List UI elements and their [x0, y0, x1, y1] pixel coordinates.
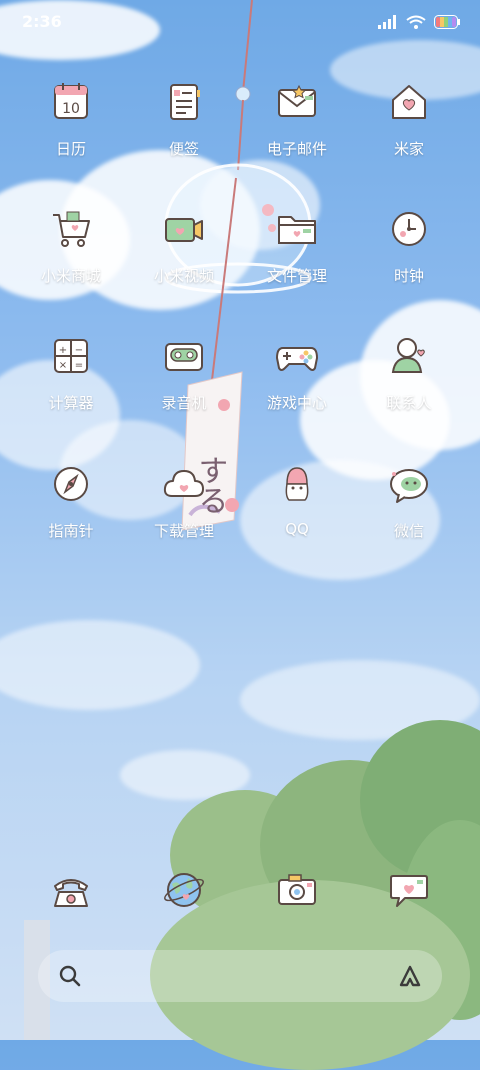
shopping-cart-icon [49, 207, 93, 251]
folder-icon [275, 207, 319, 251]
phone-icon [49, 868, 93, 912]
home-icon [387, 80, 431, 124]
compass-icon [49, 462, 93, 506]
app-compass[interactable]: 指南针 [16, 462, 126, 541]
contacts-icon [387, 334, 431, 378]
svg-text:+: + [59, 345, 67, 356]
app-label: 小米商城 [40, 267, 101, 285]
app-label: 微信 [393, 522, 424, 540]
app-mi-video[interactable]: 小米视频 [129, 207, 239, 286]
dock-messages[interactable] [354, 868, 464, 912]
email-icon [275, 80, 319, 124]
app-label: 游戏中心 [266, 394, 327, 412]
search-bar[interactable] [38, 950, 442, 1002]
app-game-center[interactable]: 游戏中心 [242, 334, 352, 413]
app-clock[interactable]: 时钟 [354, 207, 464, 286]
dock-phone[interactable] [16, 868, 126, 912]
gamepad-icon [275, 334, 319, 378]
download-cloud-icon [162, 462, 206, 506]
dock-browser[interactable] [129, 868, 239, 912]
notes-icon [162, 80, 206, 124]
app-mi-home[interactable]: 米家 [354, 80, 464, 159]
app-label: 便签 [168, 140, 199, 158]
voice-assistant-icon[interactable] [398, 964, 422, 992]
app-download-manager[interactable]: 下载管理 [129, 462, 239, 541]
svg-text:=: = [75, 360, 83, 371]
app-label: 文件管理 [266, 267, 327, 285]
messages-icon [387, 868, 431, 912]
app-label: 电子邮件 [266, 140, 327, 158]
app-label: 联系人 [386, 394, 432, 412]
app-file-manager[interactable]: 文件管理 [242, 207, 352, 286]
status-time: 2:36 [22, 12, 62, 31]
qq-icon [275, 462, 319, 506]
app-mi-store[interactable]: 小米商城 [16, 207, 126, 286]
camera-icon [275, 868, 319, 912]
search-icon[interactable] [58, 964, 82, 992]
app-calendar[interactable]: 10 日历 [16, 80, 126, 159]
app-label: 指南针 [48, 522, 94, 540]
app-qq[interactable]: QQ [242, 462, 352, 538]
app-contacts[interactable]: 联系人 [354, 334, 464, 413]
wifi-icon [406, 14, 426, 33]
svg-text:−: − [75, 345, 83, 356]
app-label: QQ [285, 520, 309, 538]
app-label: 录音机 [161, 394, 207, 412]
clock-icon [387, 207, 431, 251]
app-calculator[interactable]: + − × = 计算器 [16, 334, 126, 413]
app-label: 日历 [55, 140, 86, 158]
signal-icon [378, 14, 398, 33]
app-wechat[interactable]: 微信 [354, 462, 464, 541]
app-recorder[interactable]: 录音机 [129, 334, 239, 413]
recorder-icon [162, 334, 206, 378]
calendar-icon: 10 [49, 80, 93, 124]
calendar-day: 10 [62, 101, 80, 117]
app-label: 小米视频 [153, 267, 214, 285]
browser-globe-icon [162, 868, 206, 912]
dock-camera[interactable] [242, 868, 352, 912]
app-label: 米家 [393, 140, 424, 158]
app-email[interactable]: 电子邮件 [242, 80, 352, 159]
app-label: 下载管理 [153, 522, 214, 540]
calculator-icon: + − × = [49, 334, 93, 378]
battery-icon [434, 14, 460, 33]
app-notes[interactable]: 便签 [129, 80, 239, 159]
status-bar: 2:36 [0, 0, 480, 44]
wechat-icon [387, 462, 431, 506]
app-label: 时钟 [393, 267, 424, 285]
svg-text:×: × [59, 360, 67, 371]
app-label: 计算器 [48, 394, 94, 412]
video-icon [162, 207, 206, 251]
